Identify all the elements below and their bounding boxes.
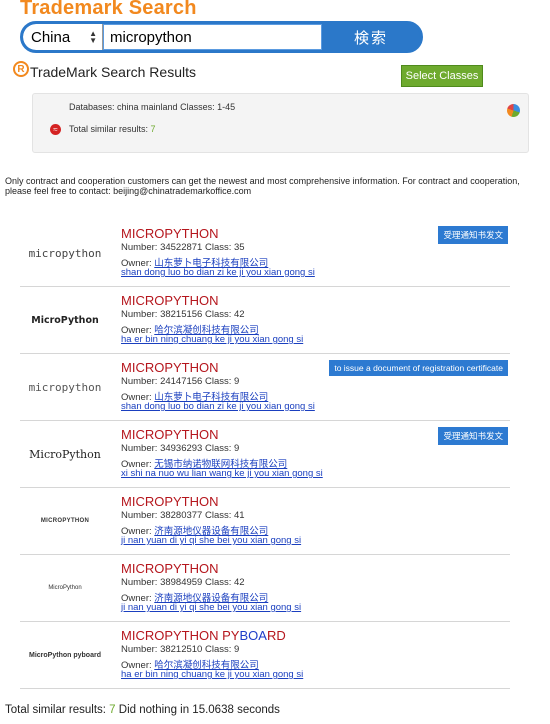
registered-mark-icon: R [13,61,29,77]
number-class-line: Number: 38212510 Class: 9 [121,644,240,655]
trademark-logo-image[interactable]: micropython [20,220,110,286]
number-class-line: Number: 38280377 Class: 41 [121,510,245,521]
contact-notice: Only contract and cooperation customers … [5,176,520,196]
number-class-line: Number: 38215156 Class: 42 [121,309,245,320]
select-classes-button[interactable]: Select Classes [401,65,483,87]
list-item: MicroPython MICROPYTHON 受理通知书发文 Number: … [20,421,510,488]
number-class-line: Number: 38984959 Class: 42 [121,577,245,588]
trademark-name[interactable]: MICROPYTHON [121,561,219,576]
search-input[interactable]: micropython [103,24,322,50]
footer-total-label: Total similar results: [5,704,106,716]
trademark-name[interactable]: MICROPYTHON [121,494,219,509]
footer-total-count: 7 [109,704,116,716]
results-header: R TradeMark Search Results [13,61,196,80]
status-badge: to issue a document of registration cert… [329,360,508,376]
country-select[interactable]: China ▲ ▼ [23,24,103,50]
trademark-name[interactable]: MICROPYTHON [121,226,219,241]
status-badge: 受理通知书发文 [438,226,508,244]
search-button[interactable]: 検索 [322,24,420,50]
list-item: micropython MICROPYTHON 受理通知书发文 Number: … [20,220,510,287]
trademark-logo-image[interactable]: MicroPython [20,555,110,621]
pie-chart-icon[interactable] [507,104,520,117]
results-title: TradeMark Search Results [30,64,196,80]
owner-pinyin-link[interactable]: ha er bin ning chuang ke ji you xian gon… [121,669,303,680]
search-bar: China ▲ ▼ micropython 検索 [20,21,423,53]
total-similar-count: 7 [150,124,156,134]
number-class-line: Number: 24147156 Class: 9 [121,376,240,387]
search-info-box: Databases: china mainland Classes: 1-45 … [32,93,529,153]
select-arrows-icon: ▲ ▼ [89,29,97,45]
trademark-name-highlight: BOA [239,628,267,643]
trademark-logo-image[interactable]: micropython [20,354,110,420]
owner-pinyin-link[interactable]: shan dong luo bo dian zi ke ji you xian … [121,267,315,278]
owner-pinyin-link[interactable]: shan dong luo bo dian zi ke ji you xian … [121,401,315,412]
number-class-line: Number: 34522871 Class: 35 [121,242,245,253]
owner-pinyin-link[interactable]: ha er bin ning chuang ke ji you xian gon… [121,334,303,345]
trademark-logo-image[interactable]: MicroPython [20,421,110,487]
trademark-name[interactable]: MICROPYTHON [121,293,219,308]
list-item: micropython MICROPYTHON to issue a docum… [20,354,510,421]
total-similar-label: Total similar results: [69,124,149,134]
list-item: MicroPython pyboard MICROPYTHON PYBOARD … [20,622,510,689]
owner-pinyin-link[interactable]: ji nan yuan di yi qi she bei you xian go… [121,535,301,546]
similar-results-icon: ≈ [50,124,61,135]
databases-line: Databases: china mainland Classes: 1-45 [69,102,236,112]
trademark-name[interactable]: MICROPYTHON [121,360,219,375]
trademark-name[interactable]: MICROPYTHON PYBOARD [121,628,286,643]
results-list: micropython MICROPYTHON 受理通知书发文 Number: … [20,220,510,689]
country-select-value: China [31,28,71,46]
trademark-logo-image[interactable]: MICROPYTHON [20,488,110,554]
trademark-logo-image[interactable]: MicroPython [20,287,110,353]
trademark-name[interactable]: MICROPYTHON [121,427,219,442]
owner-pinyin-link[interactable]: ji nan yuan di yi qi she bei you xian go… [121,602,301,613]
list-item: MicroPython MICROPYTHON Number: 38984959… [20,555,510,622]
number-class-line: Number: 34936293 Class: 9 [121,443,240,454]
status-badge: 受理通知书发文 [438,427,508,445]
trademark-name-part: MICROPYTHON PY [121,628,240,643]
trademark-name-tail: RD [266,628,286,643]
list-item: MicroPython MICROPYTHON Number: 38215156… [20,287,510,354]
footer-timing: Did nothing in 15.0638 seconds [118,704,280,716]
owner-pinyin-link[interactable]: xi shi na nuo wu lian wang ke ji you xia… [121,468,323,479]
trademark-logo-image[interactable]: MicroPython pyboard [20,622,110,688]
total-similar-line: Total similar results: 7 [69,124,156,134]
list-item: MICROPYTHON MICROPYTHON Number: 38280377… [20,488,510,555]
site-brand-title: Trademark Search [20,0,197,19]
results-footer: Total similar results: 7 Did nothing in … [5,704,280,716]
